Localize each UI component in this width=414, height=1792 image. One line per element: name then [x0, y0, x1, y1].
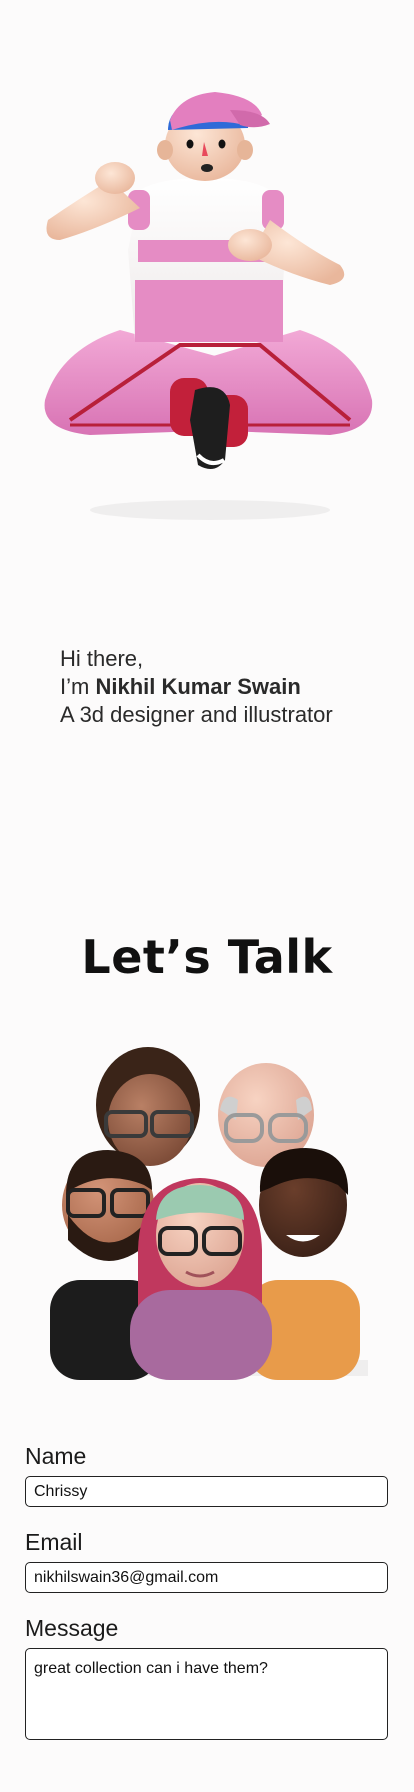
hero-section [0, 0, 414, 620]
name-input[interactable]: Chrissy [25, 1476, 388, 1507]
intro-greeting: Hi there, [60, 646, 144, 671]
email-label: Email [25, 1529, 83, 1555]
name-label: Name [25, 1443, 87, 1469]
message-textarea[interactable]: great collection can i have them? [25, 1648, 388, 1740]
group-avatars-illustration [50, 1047, 368, 1380]
hero-character-illustration [44, 92, 373, 520]
intro-tagline: A 3d designer and illustrator [60, 702, 333, 727]
intro-name-line: I’m Nikhil Kumar Swain [60, 673, 333, 701]
contact-title: Let’s Talk [81, 930, 333, 984]
message-label: Message [25, 1615, 119, 1641]
intro-block: Hi there, I’m Nikhil Kumar Swain A 3d de… [60, 645, 333, 729]
intro-name: Nikhil Kumar Swain [95, 674, 301, 699]
intro-im-prefix: I’m [60, 674, 96, 699]
contact-form: Name Chrissy Email nikhilswain36@gmail.c… [25, 1442, 389, 1740]
email-input[interactable]: nikhilswain36@gmail.com [25, 1562, 388, 1593]
